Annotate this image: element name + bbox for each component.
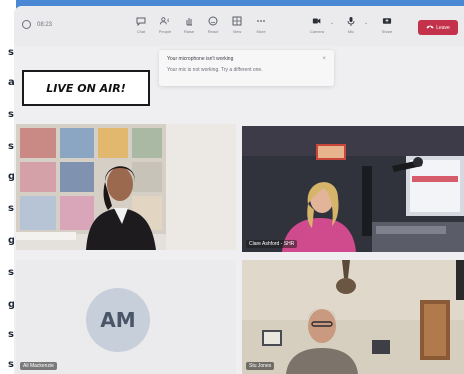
people-icon: 4 [160, 16, 170, 26]
leave-button[interactable]: Leave [418, 20, 458, 35]
react-button[interactable]: React [202, 16, 224, 40]
video-tile[interactable]: AM Ali Mackenzie [16, 260, 236, 374]
meeting-window: 08:23 Chat 4 People Raise React View Mor… [14, 6, 464, 374]
meeting-toolbar: 08:23 Chat 4 People Raise React View Mor… [14, 6, 464, 46]
chat-label: Chat [136, 29, 146, 34]
close-icon[interactable]: × [322, 56, 326, 62]
participant-name-label: Ali Mackenzie [20, 362, 57, 370]
video-tile[interactable]: Stu Jones [242, 260, 464, 374]
participant-name-label: Clare Ashford - SHR [246, 240, 298, 248]
view-icon [232, 16, 242, 26]
camera-label: Camera [309, 29, 325, 34]
participant-video-4 [242, 260, 464, 374]
participant-video-1 [16, 124, 236, 250]
mic-label: Mic [347, 29, 355, 34]
phone-icon [426, 24, 434, 31]
more-icon [256, 16, 266, 26]
mic-icon [346, 16, 356, 26]
chat-icon [136, 16, 146, 26]
people-button[interactable]: 4 People [154, 16, 176, 40]
mic-chevron-icon[interactable]: ⌄ [364, 20, 368, 26]
chat-button[interactable]: Chat [130, 16, 152, 40]
view-label: View [232, 29, 242, 34]
share-label: Share [381, 29, 393, 34]
meeting-time: 08:23 [37, 21, 53, 28]
more-button[interactable]: More [250, 16, 272, 40]
more-label: More [256, 29, 266, 34]
leave-label: Leave [436, 24, 450, 31]
video-tile[interactable] [16, 124, 236, 250]
people-label: People [158, 29, 172, 34]
raise-label: Raise [183, 29, 195, 34]
toast-title: Your microphone isn't working [167, 56, 234, 62]
shield-icon [22, 20, 31, 29]
raise-hand-icon [184, 16, 194, 26]
react-icon [208, 16, 218, 26]
live-on-air-banner: LIVE ON AIR! [22, 70, 150, 106]
raise-hand-button[interactable]: Raise [178, 16, 200, 40]
view-button[interactable]: View [226, 16, 248, 40]
camera-button[interactable]: Camera [306, 16, 328, 40]
share-button[interactable]: Share [376, 16, 398, 40]
participant-video-2 [242, 126, 464, 252]
video-tile[interactable]: Clare Ashford - SHR [242, 126, 464, 252]
svg-text:4: 4 [167, 18, 170, 23]
mic-button[interactable]: Mic [340, 16, 362, 40]
react-label: React [207, 29, 219, 34]
participant-name-label: Stu Jones [246, 362, 275, 370]
camera-chevron-icon[interactable]: ⌄ [330, 20, 334, 26]
mic-warning-toast: Your microphone isn't working Your mic i… [159, 50, 334, 86]
meeting-timer: 08:23 [22, 20, 52, 29]
toast-body: Your mic is not working. Try a different… [167, 67, 263, 73]
avatar: AM [86, 288, 150, 352]
share-icon [382, 16, 392, 26]
camera-icon [312, 16, 322, 26]
